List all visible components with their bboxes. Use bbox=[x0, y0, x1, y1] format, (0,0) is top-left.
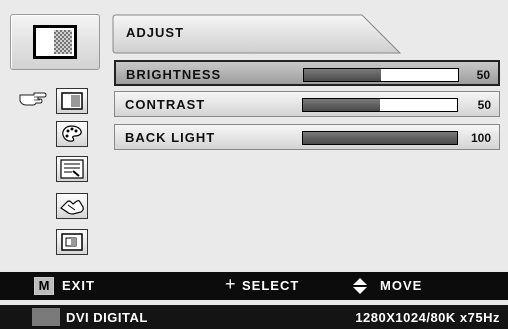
hand-icon[interactable] bbox=[56, 193, 88, 219]
move-hint: MOVE bbox=[380, 278, 423, 293]
main-menu-tile[interactable] bbox=[10, 14, 100, 70]
pip-icon[interactable] bbox=[56, 229, 88, 255]
resolution-label: 1280X1024/80K x75Hz bbox=[355, 310, 500, 325]
adjust-icon[interactable] bbox=[56, 88, 88, 114]
picture-adjust-icon bbox=[33, 25, 77, 59]
setting-row-contrast[interactable]: CONTRAST 50 bbox=[114, 91, 500, 117]
color-palette-icon[interactable] bbox=[56, 121, 88, 147]
plus-icon: + bbox=[225, 274, 237, 294]
slider-fill bbox=[304, 69, 381, 81]
select-hint: SELECT bbox=[242, 278, 300, 293]
sidebar bbox=[0, 0, 112, 270]
exit-hint: EXIT bbox=[62, 278, 95, 293]
setting-label: BRIGHTNESS bbox=[126, 67, 222, 82]
input-source-icon bbox=[32, 308, 60, 326]
footer-bar: M EXIT + SELECT MOVE bbox=[0, 272, 508, 300]
hand-pointer-icon bbox=[19, 92, 47, 106]
setting-row-brightness[interactable]: BRIGHTNESS 50 bbox=[114, 60, 500, 86]
setting-value: 50 bbox=[477, 98, 491, 112]
back-light-slider[interactable] bbox=[302, 131, 458, 145]
up-down-arrows-icon bbox=[353, 278, 367, 294]
setting-row-back-light[interactable]: BACK LIGHT 100 bbox=[114, 124, 500, 150]
slider-fill bbox=[303, 99, 380, 111]
page-title: ADJUST bbox=[126, 25, 185, 40]
setting-value: 100 bbox=[470, 131, 491, 145]
setting-label: BACK LIGHT bbox=[125, 130, 216, 145]
header-tab: ADJUST bbox=[112, 14, 402, 54]
input-source-label: DVI DIGITAL bbox=[66, 310, 148, 325]
setting-value: 50 bbox=[476, 68, 490, 82]
menu-key-icon: M bbox=[34, 277, 54, 295]
setup-tools-icon[interactable] bbox=[56, 156, 88, 182]
contrast-slider[interactable] bbox=[302, 98, 458, 112]
brightness-slider[interactable] bbox=[303, 68, 459, 82]
osd-menu: ADJUST BRIGHTNESS 50 CONTRAST 50 BACK LI… bbox=[0, 0, 508, 270]
slider-fill bbox=[303, 132, 457, 144]
status-bar: DVI DIGITAL 1280X1024/80K x75Hz bbox=[0, 305, 508, 329]
setting-label: CONTRAST bbox=[125, 97, 206, 112]
